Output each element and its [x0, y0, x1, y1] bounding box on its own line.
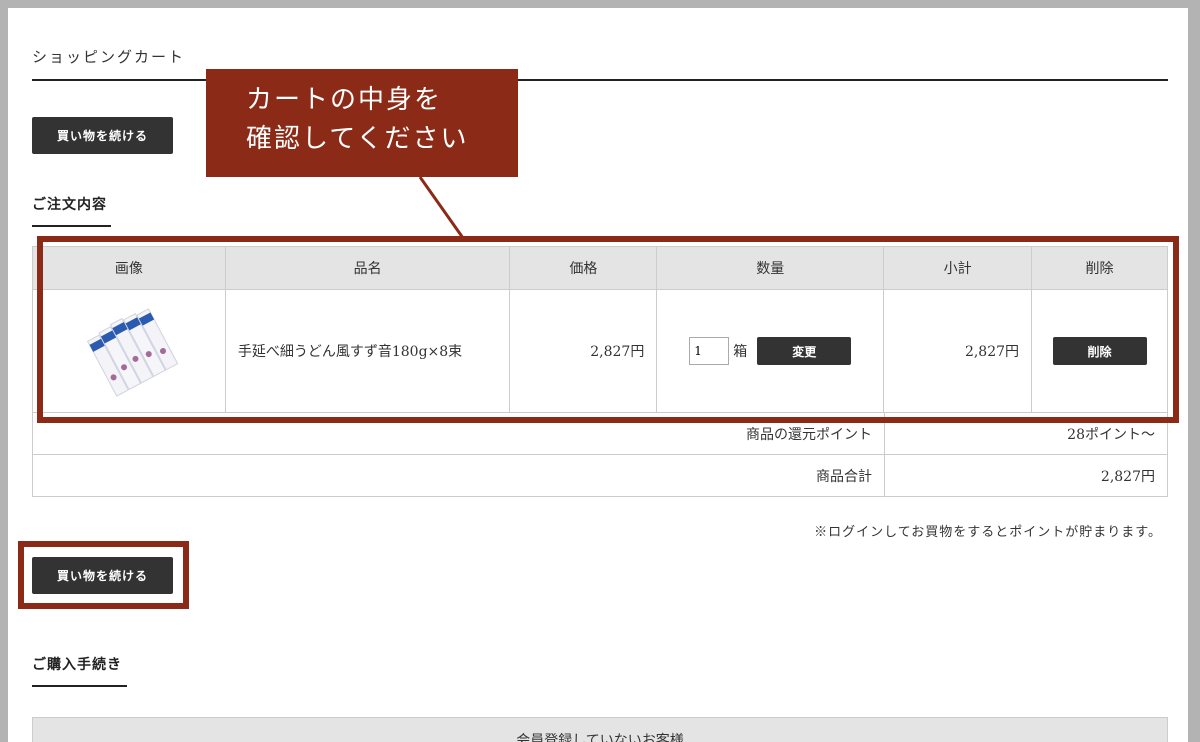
callout-line-1: カートの中身を: [246, 85, 443, 115]
cart-page: ショッピングカート 買い物を続ける ご注文内容 画像 品名 価格 数量 小計 削…: [8, 8, 1188, 742]
annotation-frame-table: [37, 236, 1179, 423]
annotation-frame-button: [18, 541, 189, 609]
annotation-callout: カートの中身を 確認してください: [206, 69, 518, 177]
callout-line-2: 確認してください: [246, 124, 469, 154]
